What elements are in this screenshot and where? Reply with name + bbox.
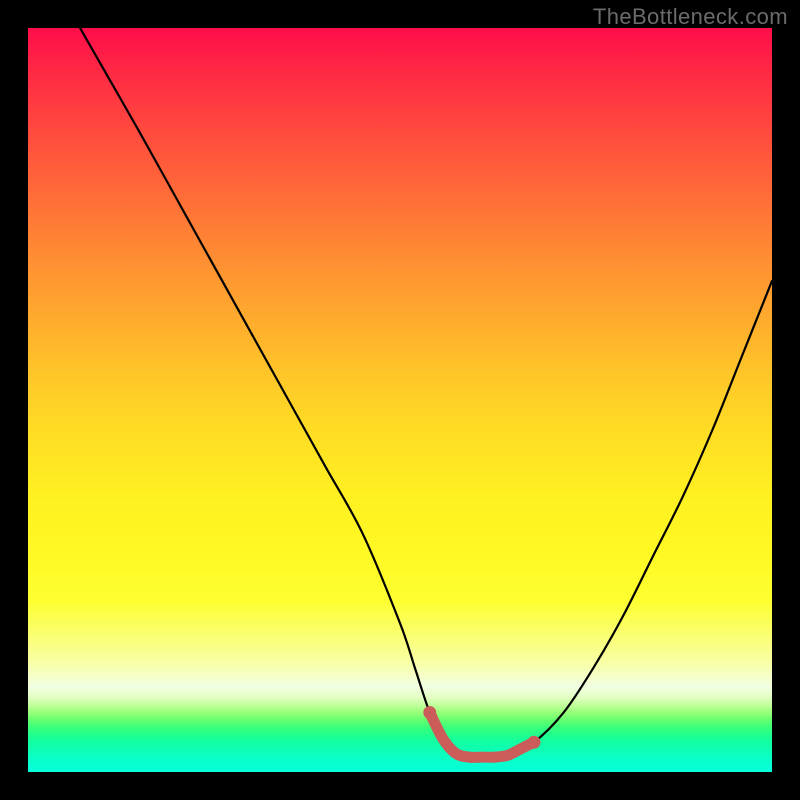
optimal-range-highlight (430, 712, 534, 757)
chart-svg (28, 28, 772, 772)
watermark-text: TheBottleneck.com (593, 4, 788, 30)
plot-area (28, 28, 772, 772)
bottleneck-curve (80, 28, 772, 758)
optimal-range-start-dot (423, 706, 436, 719)
optimal-range-end-dot (527, 736, 540, 749)
chart-canvas: TheBottleneck.com (0, 0, 800, 800)
